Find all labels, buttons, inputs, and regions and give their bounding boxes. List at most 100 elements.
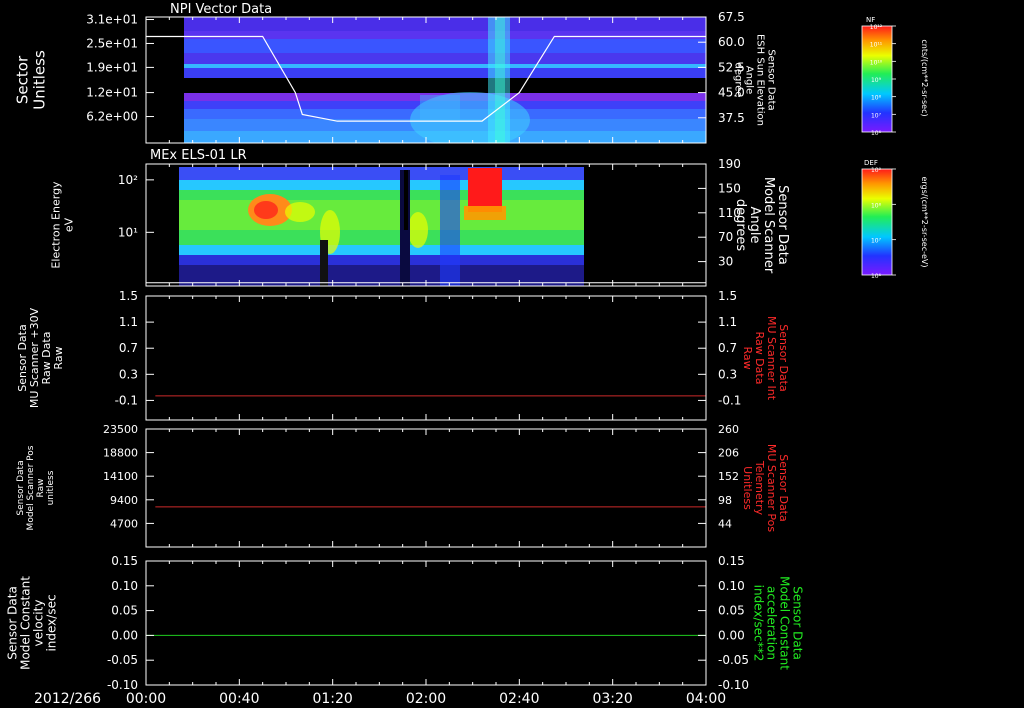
axis-label-line: unitless bbox=[46, 470, 56, 505]
els-heatmap-image bbox=[179, 167, 584, 286]
axis-label-line: Raw bbox=[52, 346, 65, 369]
y-tick-label: 0.10 bbox=[718, 579, 745, 593]
y-tick-label: 60.0 bbox=[718, 35, 745, 49]
axis-label-line: Angle bbox=[744, 66, 755, 94]
axis-label-line: acceleration bbox=[765, 586, 779, 660]
axis-label-line: Model Scanner Pos bbox=[26, 445, 36, 530]
axis-label-line: Electron Energy bbox=[50, 181, 63, 269]
y-tick-label: 0.7 bbox=[718, 341, 737, 355]
axis-label-line: Sensor Data bbox=[16, 460, 26, 515]
axis-label-line: degree bbox=[733, 62, 744, 97]
right-axis-ticks: 1.5 1.1 0.7 0.3 -0.1 bbox=[698, 289, 741, 407]
y-tick-label: 150 bbox=[718, 181, 741, 195]
axis-label-line: Raw bbox=[741, 346, 754, 369]
y-tick-label: 18800 bbox=[103, 447, 138, 460]
y-tick-label: 1.5 bbox=[119, 289, 138, 303]
axis-label-line: Unitless bbox=[741, 466, 754, 510]
axis-label-line: Unitless bbox=[31, 50, 49, 110]
y-tick-label: 0.05 bbox=[111, 604, 138, 618]
y-tick-label: 0.7 bbox=[119, 341, 138, 355]
y-tick-label: 260 bbox=[718, 423, 739, 436]
y-tick-label: 190 bbox=[718, 157, 741, 171]
y-tick-label: 98 bbox=[718, 494, 732, 507]
y-tick-label: 14100 bbox=[103, 470, 138, 483]
panel-mex-els: 10²10¹ 1901501107030 MEx ELS-01 LR Elect… bbox=[50, 148, 790, 287]
axis-label-line: Model Scanner bbox=[761, 177, 776, 274]
panel-frame bbox=[145, 295, 707, 421]
time-tick-label: 00:40 bbox=[219, 691, 259, 707]
y-tick-label: -0.05 bbox=[107, 653, 138, 667]
y-tick-label: -0.1 bbox=[718, 393, 741, 407]
left-axis-label: SectorUnitless bbox=[14, 50, 49, 110]
axis-label-line: Sensor Data bbox=[791, 586, 805, 660]
axis-label-line: Raw bbox=[36, 479, 46, 498]
colorbar-tick-label: 10⁹ bbox=[871, 77, 882, 84]
time-tick-label: 02:40 bbox=[499, 691, 539, 707]
y-tick-label: 30 bbox=[718, 255, 733, 269]
colorbar-tick-label: 10⁸ bbox=[871, 202, 882, 209]
right-axis-label: Sensor DataModel ScannerAngledegrees bbox=[733, 177, 790, 274]
y-tick-label: 9400 bbox=[110, 494, 138, 507]
left-axis-label: Sensor DataMU Scanner +30VRaw DataRaw bbox=[16, 307, 65, 408]
axis-label-line: degrees bbox=[733, 199, 748, 252]
panel-frame bbox=[145, 560, 707, 686]
panel-scanner-pos: 23500 18800 14100 9400 4700 260 206 152 98 44 Se… bbox=[16, 423, 790, 548]
date-label: 2012/266 bbox=[34, 691, 101, 707]
colorbar-units: ergs/(cm**2-sr-sec-eV) bbox=[920, 176, 929, 267]
y-tick-label: 1.2e+01 bbox=[86, 86, 138, 100]
time-ticks bbox=[145, 296, 707, 420]
y-tick-label: 0.3 bbox=[119, 367, 138, 381]
y-tick-label: 0.3 bbox=[718, 367, 737, 381]
colorbar-tick-label: 10⁹ bbox=[871, 167, 882, 174]
y-tick-label: -0.05 bbox=[718, 653, 749, 667]
colorbar-tick-label: 10¹² bbox=[870, 24, 883, 31]
y-tick-label: 206 bbox=[718, 447, 739, 460]
y-tick-label: 1.9e+01 bbox=[86, 60, 138, 74]
left-axis-ticks: 1.5 1.1 0.7 0.3 -0.1 bbox=[115, 289, 154, 407]
axis-label-line: index/sec**2 bbox=[752, 585, 766, 662]
panel-model-velocity: 0.150.100.050.00-0.05-0.10 0.150.100.050… bbox=[6, 554, 805, 692]
y-tick-label: -0.10 bbox=[107, 678, 138, 692]
axis-label-line: velocity bbox=[32, 600, 46, 647]
y-tick-label: 2.5e+01 bbox=[86, 36, 138, 50]
axis-label-line: Model Constant bbox=[778, 576, 792, 670]
y-tick-label: 0.00 bbox=[111, 628, 138, 642]
y-tick-label: 1.5 bbox=[718, 289, 737, 303]
time-tick-label: 00:00 bbox=[126, 691, 166, 707]
colorbar-def: DEF 10⁹ 10⁸ 10⁷ 10⁶ ergs/(cm**2-sr-sec-eV) bbox=[861, 159, 929, 280]
y-tick-label: -0.1 bbox=[115, 393, 138, 407]
y-tick-label: 152 bbox=[718, 470, 739, 483]
y-tick-label: 0.10 bbox=[111, 579, 138, 593]
y-tick-label: 10² bbox=[118, 173, 138, 187]
left-axis-label: Sensor DataModel Scanner PosRawunitless bbox=[16, 445, 56, 530]
time-tick-label: 03:20 bbox=[592, 691, 632, 707]
time-tick-label: 01:20 bbox=[312, 691, 352, 707]
left-axis-label: Electron EnergyeV bbox=[50, 181, 76, 269]
colorbar-tick-label: 10⁷ bbox=[871, 112, 882, 119]
colorbar-units: cnts/(cm**2-sr-sec) bbox=[920, 39, 929, 116]
colorbar-tick-label: 10⁶ bbox=[871, 130, 882, 137]
panel-npi-vector-data: 3.1e+01 2.5e+01 1.9e+01 1.2e+01 6.2e+00 67.5… bbox=[14, 2, 777, 144]
right-axis-label: Sensor DataMU Scanner PosTelemetryUnitle… bbox=[741, 444, 790, 533]
right-axis-label: Sensor DataMU Scanner IntRaw DataRaw bbox=[741, 316, 790, 401]
y-tick-label: 0.00 bbox=[718, 628, 745, 642]
axis-label-line: Angle bbox=[747, 207, 762, 244]
axis-label-line: Sensor Data bbox=[766, 49, 777, 110]
y-tick-label: 3.1e+01 bbox=[86, 13, 138, 27]
colorbar-tick-label: 10¹¹ bbox=[870, 42, 883, 49]
y-tick-label: 44 bbox=[718, 517, 732, 530]
colorbar-label: NF bbox=[866, 16, 875, 24]
y-tick-label: 70 bbox=[718, 230, 733, 244]
y-tick-label: 4700 bbox=[110, 517, 138, 530]
right-axis-ticks: 260 206 152 98 44 bbox=[698, 423, 739, 530]
y-tick-label: 1.1 bbox=[718, 315, 737, 329]
time-axis-labels: 00:00 00:40 01:20 02:00 02:40 03:20 04:00 bbox=[126, 691, 726, 707]
left-axis-label: Sensor DataModel Constantvelocityindex/s… bbox=[6, 576, 59, 670]
colorbar-tick-label: 10⁶ bbox=[871, 273, 882, 280]
left-axis-ticks: 3.1e+01 2.5e+01 1.9e+01 1.2e+01 6.2e+00 bbox=[86, 13, 154, 124]
plot-canvas: 3.1e+01 2.5e+01 1.9e+01 1.2e+01 6.2e+00 67.5… bbox=[6, 2, 930, 707]
y-tick-label: 67.5 bbox=[718, 10, 745, 24]
time-ticks bbox=[145, 429, 707, 547]
y-tick-label: 37.5 bbox=[718, 111, 745, 125]
axis-label-line: index/sec bbox=[45, 594, 59, 651]
